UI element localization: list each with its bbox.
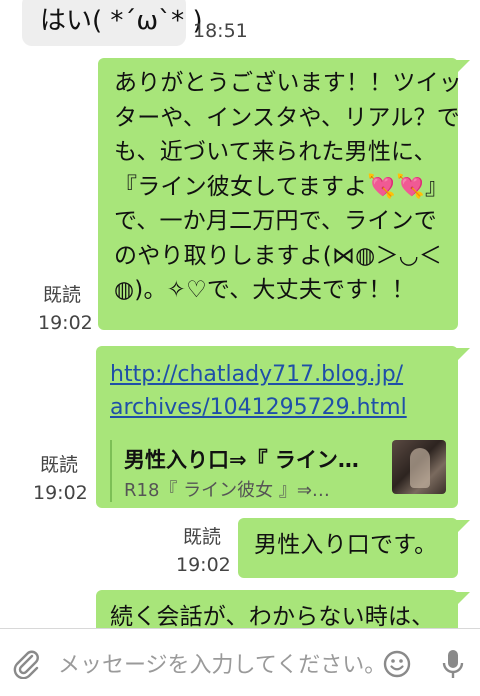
emoji-icon[interactable] [382,649,412,679]
message-link[interactable]: http://chatlady717.blog.jp/ archives/104… [110,358,407,424]
message-line: で、一か月二万円で、ラインで [114,208,437,234]
message-input-bar: メッセージを入力してください。 [0,628,480,696]
message-line: も、近づいて来られた男性に、 [114,139,437,165]
message-line: ターや、インスタや、リアル？で [114,104,460,131]
message-time: 19:02 [38,312,93,334]
attach-icon[interactable] [12,649,42,679]
outgoing-message-text: 男性入り口です。 [254,532,438,558]
link-preview-card[interactable]: 男性入り口⇒『 ライン… R18『 ライン彼女 』⇒… [110,440,446,502]
microphone-icon[interactable] [438,647,468,681]
read-status: 既読 [40,454,79,476]
message-line: ◍)。✧♡で、大丈夫です！！ [114,277,415,303]
link-line[interactable]: archives/1041295729.html [110,391,407,424]
message-input[interactable]: メッセージを入力してください。 [58,647,386,679]
outgoing-message-bubble[interactable]: 男性入り口です。 [238,518,470,578]
outgoing-message-text: 続く会話が、わからない時は、 [110,604,435,628]
outgoing-message-text: ありがとうございます！！ツイッ ターや、インスタや、リアル？で も、近づいて来ら… [114,66,462,308]
message-time: 19:02 [33,482,88,504]
outgoing-message-bubble[interactable]: ありがとうございます！！ツイッ ターや、インスタや、リアル？で も、近づいて来ら… [98,58,470,330]
message-line: 『ライン彼女してますよ💘💘』 [114,173,449,200]
link-line[interactable]: http://chatlady717.blog.jp/ [110,358,407,391]
link-message-bubble[interactable]: http://chatlady717.blog.jp/ archives/104… [96,346,470,508]
incoming-message-text: はい( *´ω`* ) [40,6,203,36]
chat-area[interactable]: はい( *´ω`* ) 18:51 既読 19:02 ありがとうございます！！ツ… [0,0,480,628]
incoming-message-bubble[interactable]: はい( *´ω`* ) [22,0,203,46]
link-preview-title: 男性入り口⇒『 ライン… [124,448,359,472]
outgoing-message-bubble[interactable]: 続く会話が、わからない時は、 [96,590,470,628]
read-status: 既読 [183,526,222,548]
message-line: ありがとうございます！！ツイッ [114,70,462,96]
read-status: 既読 [43,284,82,306]
message-line: のやり取りしますよ(⋈◍＞◡＜ [114,242,443,269]
message-time: 19:02 [176,554,231,576]
incoming-message-time: 18:51 [193,20,248,42]
link-preview-subtitle: R18『 ライン彼女 』⇒… [124,480,330,501]
link-preview-thumbnail [392,440,446,494]
